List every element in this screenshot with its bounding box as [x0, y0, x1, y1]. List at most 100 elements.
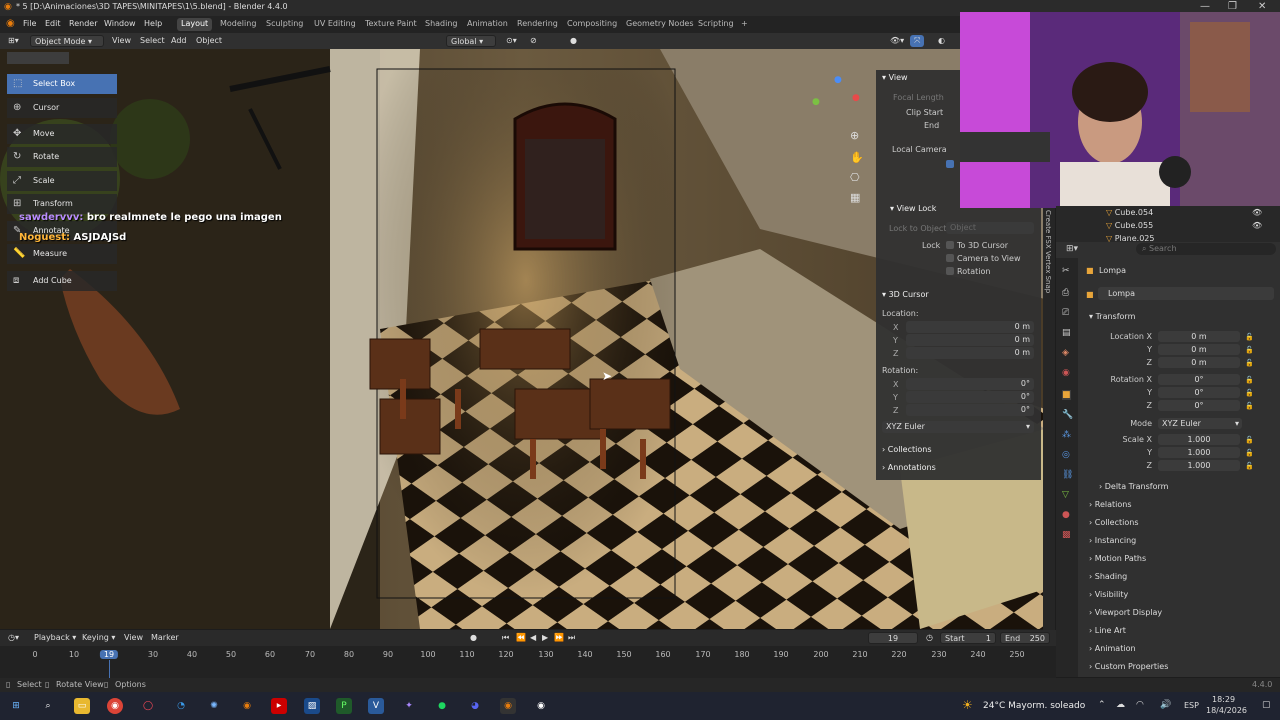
gizmo-x-icon[interactable]: ● [852, 93, 860, 103]
volume-icon[interactable]: 🔊 [1160, 700, 1171, 710]
menu-select[interactable]: Select [136, 35, 169, 47]
orientation-select[interactable]: Global ▾ [446, 35, 496, 47]
zoom-icon[interactable]: ⊕ [850, 129, 859, 142]
shading-header[interactable]: › Shading [1089, 572, 1127, 581]
outliner-row[interactable]: ▽ Plane.025 [1106, 234, 1154, 242]
location-x-field[interactable]: 0 m [1158, 331, 1240, 342]
gizmo-z-icon[interactable]: ● [834, 75, 842, 85]
outliner-row[interactable]: ▽ Cube.054 [1106, 208, 1153, 217]
visibility-header[interactable]: › Visibility [1089, 590, 1128, 599]
menu-add[interactable]: Add [167, 35, 191, 47]
tool-cursor[interactable]: ⊕ Cursor [7, 98, 117, 118]
lock-icon[interactable]: 🔓 [1245, 436, 1254, 444]
tool-rotate[interactable]: ↻ Rotate [7, 147, 117, 167]
material-tab-icon[interactable]: ● [1062, 510, 1070, 520]
keying-menu[interactable]: Keying ▾ [78, 632, 119, 644]
camera-view-icon[interactable]: ⎔ [850, 171, 860, 184]
menu-render[interactable]: Render [69, 19, 97, 28]
scale-z-field[interactable]: 1.000 [1158, 460, 1240, 471]
data-tab-icon[interactable]: ▽ [1062, 490, 1069, 500]
lock-icon[interactable]: 🔓 [1245, 449, 1254, 457]
jump-end-icon[interactable]: ⏭ [564, 632, 579, 644]
object-tab-icon[interactable]: ■ [1062, 390, 1071, 400]
collections-panel-header[interactable]: › Collections [882, 445, 932, 454]
minimize-button[interactable]: — [1200, 1, 1210, 12]
close-button[interactable]: ✕ [1258, 1, 1266, 12]
line-art-header[interactable]: › Line Art [1089, 626, 1126, 635]
spotify-icon[interactable]: ● [434, 698, 450, 714]
app-icon[interactable]: ✦ [401, 698, 417, 714]
tool-transform[interactable]: ⊞ Transform [7, 194, 117, 214]
lock-icon[interactable]: 🔓 [1245, 389, 1254, 397]
transform-panel-header[interactable]: ▾ Transform [1089, 312, 1135, 321]
app-icon[interactable]: ▶ [271, 698, 287, 714]
overlay-icon[interactable]: ◐ [934, 35, 949, 47]
rotation-y-field[interactable]: 0° [1158, 387, 1240, 398]
menu-view[interactable]: View [108, 35, 135, 47]
lock-icon[interactable]: 🔓 [1245, 462, 1254, 470]
tab-rendering[interactable]: Rendering [513, 18, 562, 31]
cursor-loc-y-field[interactable]: 0 m [906, 334, 1034, 346]
view-layer-tab-icon[interactable]: ▤ [1062, 328, 1071, 338]
tab-uv-editing[interactable]: UV Editing [310, 18, 360, 31]
tool-scale[interactable]: ⤢ Scale [7, 171, 117, 191]
perspective-toggle-icon[interactable]: ▦ [850, 191, 860, 204]
tab-modeling[interactable]: Modeling [216, 18, 260, 31]
editor-type-icon[interactable]: ◷▾ [4, 632, 23, 644]
blender-icon[interactable]: ◉ [239, 698, 255, 714]
tool-move[interactable]: ✥ Move [7, 124, 117, 144]
annotations-panel-header[interactable]: › Annotations [882, 463, 936, 472]
pycharm-icon[interactable]: P [336, 698, 352, 714]
gizmo-y-icon[interactable]: ● [812, 97, 820, 107]
clock-icon[interactable]: ◷ [922, 632, 937, 644]
checkbox[interactable] [946, 160, 954, 168]
collections-header[interactable]: › Collections [1089, 518, 1139, 527]
vscode-icon[interactable]: V [368, 698, 384, 714]
object-name-field[interactable]: Lompa [1098, 287, 1274, 300]
texture-tab-icon[interactable]: ▩ [1062, 530, 1071, 540]
constraints-tab-icon[interactable]: ⛓ [1062, 470, 1073, 480]
cursor-loc-z-field[interactable]: 0 m [906, 347, 1034, 359]
eye-icon[interactable]: 👁 [1252, 208, 1262, 217]
scene-tab-icon[interactable]: ◈ [1062, 348, 1069, 358]
discord-icon[interactable]: ◕ [467, 698, 483, 714]
lock-icon[interactable]: 🔓 [1245, 333, 1254, 341]
lock-cursor-checkbox[interactable] [946, 241, 954, 249]
sidebar-tab-labels[interactable]: Create FSX Vertex Snap [1044, 210, 1052, 293]
snap-icon[interactable]: ⊘ [526, 35, 541, 47]
view-panel-header[interactable]: ▾ View [882, 73, 908, 82]
render-tab-icon[interactable]: ⎙ [1062, 288, 1069, 298]
scale-x-field[interactable]: 1.000 [1158, 434, 1240, 445]
world-tab-icon[interactable]: ◉ [1062, 368, 1070, 378]
tab-compositing[interactable]: Compositing [563, 18, 621, 31]
delta-transform-header[interactable]: › Delta Transform [1099, 482, 1168, 491]
tab-scripting[interactable]: Scripting [694, 18, 738, 31]
cursor-loc-x-field[interactable]: 0 m [906, 321, 1034, 333]
properties-search[interactable]: ⌕ Search [1136, 243, 1276, 255]
location-y-field[interactable]: 0 m [1158, 344, 1240, 355]
tab-sculpting[interactable]: Sculpting [262, 18, 307, 31]
tool-measure[interactable]: 📏 Measure [7, 244, 117, 264]
weather-icon[interactable]: ☀ [962, 698, 973, 712]
record-icon[interactable]: ● [466, 632, 481, 644]
editor-type-icon[interactable]: ⊞▾ [4, 35, 23, 47]
rotation-z-field[interactable]: 0° [1158, 400, 1240, 411]
motion-paths-header[interactable]: › Motion Paths [1089, 554, 1146, 563]
clock-date[interactable]: 18/4/2026 [1206, 706, 1247, 715]
tool-tab-icon[interactable]: ✂ [1062, 266, 1070, 276]
lock-icon[interactable]: 🔓 [1245, 346, 1254, 354]
mode-select[interactable]: Object Mode ▾ [30, 35, 104, 47]
editor-type-icon[interactable]: ⊞▾ [1066, 244, 1078, 254]
weather-text[interactable]: 24°C Mayorm. soleado [983, 701, 1085, 711]
select-mode-buttons[interactable] [7, 52, 69, 64]
current-frame-field[interactable]: 19 [868, 632, 918, 644]
search-icon[interactable]: ⌕ [40, 698, 56, 714]
end-frame-field[interactable]: End 250 [1000, 632, 1050, 644]
timeline-ruler[interactable]: 0 10 19 30 40 50 60 70 80 90 100 110 120… [0, 646, 1056, 678]
particles-tab-icon[interactable]: ⁂ [1062, 430, 1071, 440]
lock-icon[interactable]: 🔓 [1245, 376, 1254, 384]
menu-window[interactable]: Window [104, 19, 136, 28]
visibility-icon[interactable]: 👁▾ [886, 35, 908, 47]
tab-shading[interactable]: Shading [421, 18, 462, 31]
tray-chevron-icon[interactable]: ⌃ [1098, 700, 1106, 710]
